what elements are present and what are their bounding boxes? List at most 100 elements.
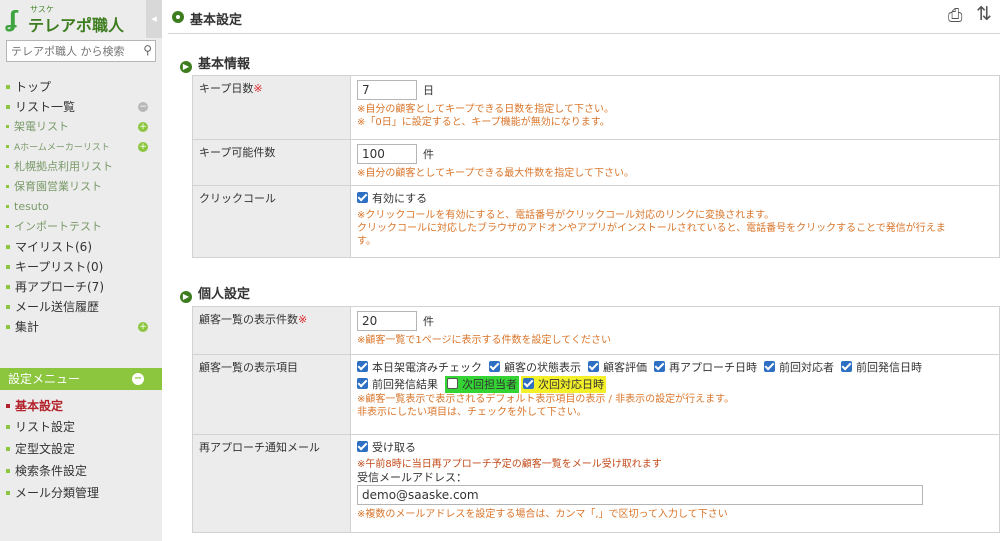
option-reapproach-date[interactable]: 再アプローチ日時 [654, 359, 757, 376]
bullet-icon [6, 264, 10, 269]
nav-label: メール送信履歴 [15, 300, 100, 314]
option-label: 次回対応日時 [538, 378, 604, 391]
bullet-icon [6, 284, 10, 289]
field-label: クリックコール [192, 185, 351, 258]
option-label: 前回対応者 [779, 361, 834, 374]
add-plus-icon[interactable]: + [138, 322, 148, 332]
option-customer-rating[interactable]: 顧客評価 [588, 359, 647, 376]
collapse-minus-icon[interactable]: − [138, 102, 148, 112]
field-value: 20 件 ※顧客一覧で1ページに表示する件数を設定してください [350, 306, 1000, 355]
keep-days-input[interactable]: 7 [357, 80, 417, 100]
nav-item-top[interactable]: トップ [0, 77, 162, 97]
nav-item-keep-list[interactable]: キープリスト(0) [0, 257, 162, 277]
arrow-right-icon: ▶ [180, 61, 192, 73]
option-next-assignee[interactable]: 次回担当者 [445, 376, 519, 393]
collapse-minus-icon[interactable]: − [132, 373, 144, 385]
nav-subitem-import-test[interactable]: インポートテスト [0, 217, 162, 237]
label-text: キープ日数 [199, 82, 254, 95]
field-value: 本日架電済みチェック 顧客の状態表示 顧客評価 再アプローチ日時 前回対応者 前回発信日時… [350, 354, 1000, 435]
search-icon[interactable]: ⚲ [143, 43, 152, 57]
refresh-icon[interactable]: ⇅ [976, 3, 992, 25]
checkbox[interactable] [588, 361, 599, 372]
nav-item-list-index[interactable]: リスト一覧 − [0, 97, 162, 117]
list-count-input[interactable]: 20 [357, 311, 417, 331]
nav-item-summary[interactable]: 集計 + [0, 317, 162, 337]
bullet-icon [6, 164, 9, 168]
bullet-icon [6, 468, 10, 473]
nav-label: マイリスト(6) [15, 240, 92, 254]
settings-item-basic[interactable]: 基本設定 [0, 396, 162, 417]
add-plus-icon[interactable]: + [138, 142, 148, 152]
arrow-right-icon: ▶ [180, 291, 192, 303]
nav-item-reapproach[interactable]: 再アプローチ(7) [0, 277, 162, 297]
nav-item-my-list[interactable]: マイリスト(6) [0, 237, 162, 257]
keep-count-input[interactable]: 100 [357, 144, 417, 164]
print-icon[interactable]: ⎙ [948, 5, 962, 26]
label-text: キープ可能件数 [199, 146, 276, 159]
personal-settings-table: 顧客一覧の表示件数※ 20 件 ※顧客一覧で1ページに表示する件数を設定してくださ… [192, 306, 1000, 533]
row-display-items: 顧客一覧の表示項目 本日架電済みチェック 顧客の状態表示 顧客評価 再アプローチ日時前… [192, 354, 1000, 435]
nav-item-mail-history[interactable]: メール送信履歴 [0, 297, 162, 317]
section-title: 基本情報 [198, 57, 251, 72]
search-input[interactable] [7, 41, 135, 61]
option-next-action-date[interactable]: 次回対応日時 [521, 376, 606, 393]
field-label: 再アプローチ通知メール [192, 434, 351, 533]
settings-menu-header[interactable]: 設定メニュー − [0, 368, 162, 390]
row-keep-days: キープ日数※ 7日 ※自分の顧客としてキープできる日数を指定して下さい。 ※「0… [192, 75, 1000, 140]
checkbox[interactable] [357, 378, 368, 389]
row-reapproach-mail: 再アプローチ通知メール 受け取る ※午前8時に当日再アプローチ予定の顧客一覧をメ… [192, 434, 1000, 533]
settings-item-search-conditions[interactable]: 検索条件設定 [0, 461, 162, 483]
option-label: 本日架電済みチェック [372, 361, 482, 374]
nav-label: 基本設定 [15, 399, 64, 413]
logo-mark-icon: ʆ [6, 8, 19, 33]
option-last-handler[interactable]: 前回対応者 [764, 359, 834, 376]
label-text: 顧客一覧の表示項目 [199, 361, 298, 374]
row-list-count: 顧客一覧の表示件数※ 20 件 ※顧客一覧で1ページに表示する件数を設定してくださ… [192, 306, 1000, 355]
field-label: 顧客一覧の表示項目 [192, 354, 351, 435]
nav-label: tesuto [14, 200, 49, 213]
row-click-call: クリックコール 有効にする ※クリックコールを有効にすると、電話番号がクリックコ… [192, 185, 1000, 258]
receive-mail-checkbox[interactable] [357, 441, 368, 452]
checkbox[interactable] [523, 378, 534, 389]
checkbox[interactable] [489, 361, 500, 372]
checkbox[interactable] [841, 361, 852, 372]
nav-subitem-kaden-list[interactable]: 架電リスト + [0, 117, 162, 137]
email-address-input[interactable]: demo@saaske.com [357, 485, 923, 505]
settings-item-mail-category[interactable]: メール分類管理 [0, 483, 162, 505]
checkbox[interactable] [654, 361, 665, 372]
click-call-checkbox[interactable] [357, 192, 368, 203]
help-note: クリックコールに対応したブラウザのアドオンやアプリがインストールされていると、電… [357, 223, 946, 234]
option-label: 前回発信日時 [856, 361, 922, 374]
checkbox[interactable] [764, 361, 775, 372]
help-note: 非表示にしたい項目は、チェックを外して下さい。 [357, 407, 587, 418]
help-note: ※自分の顧客としてキープできる最大件数を指定して下さい。 [357, 168, 634, 179]
field-value: 7日 ※自分の顧客としてキープできる日数を指定して下さい。 ※「0日」に設定する… [350, 75, 1000, 140]
option-last-call-date[interactable]: 前回発信日時 [841, 359, 922, 376]
section-heading-basic-info: ▶ 基本情報 [180, 53, 250, 73]
nav-subitem-homemaker-list[interactable]: Aホームメーカーリスト + [0, 137, 162, 157]
field-label: キープ可能件数 [192, 139, 351, 186]
nav-subitem-tesuto[interactable]: tesuto [0, 197, 162, 217]
label-text: クリックコール [199, 192, 276, 205]
nav-label: 定型文設定 [15, 442, 76, 456]
option-label: 前回発信結果 [372, 378, 438, 391]
app-logo[interactable]: ʆ サスケ テレアポ職人 [6, 4, 154, 35]
option-last-call-result[interactable]: 前回発信結果 [357, 376, 438, 393]
add-plus-icon[interactable]: + [138, 122, 148, 132]
bullet-icon [6, 144, 9, 148]
option-customer-status[interactable]: 顧客の状態表示 [489, 359, 581, 376]
display-options-row2: 前回発信結果 次回担当者 次回対応日時 [357, 376, 993, 393]
option-label: 顧客の状態表示 [504, 361, 581, 374]
sidebar-collapse-button[interactable]: ◂ [146, 0, 162, 38]
nav-subitem-nursery-list[interactable]: 保育園営業リスト [0, 177, 162, 197]
checkbox-unchecked[interactable] [447, 378, 458, 389]
option-called-today[interactable]: 本日架電済みチェック [357, 359, 482, 376]
field-label: 顧客一覧の表示件数※ [192, 306, 351, 355]
bullet-icon [6, 224, 9, 228]
nav-subitem-sapporo-list[interactable]: 札幌拠点利用リスト [0, 157, 162, 177]
bullet-icon [6, 244, 10, 249]
checkbox[interactable] [357, 361, 368, 372]
settings-item-template[interactable]: 定型文設定 [0, 439, 162, 461]
sidebar: ʆ サスケ テレアポ職人 ◂ ⚲ トップ リスト一覧 − 架電リスト + Aホームメ… [0, 0, 162, 541]
settings-item-list[interactable]: リスト設定 [0, 417, 162, 439]
